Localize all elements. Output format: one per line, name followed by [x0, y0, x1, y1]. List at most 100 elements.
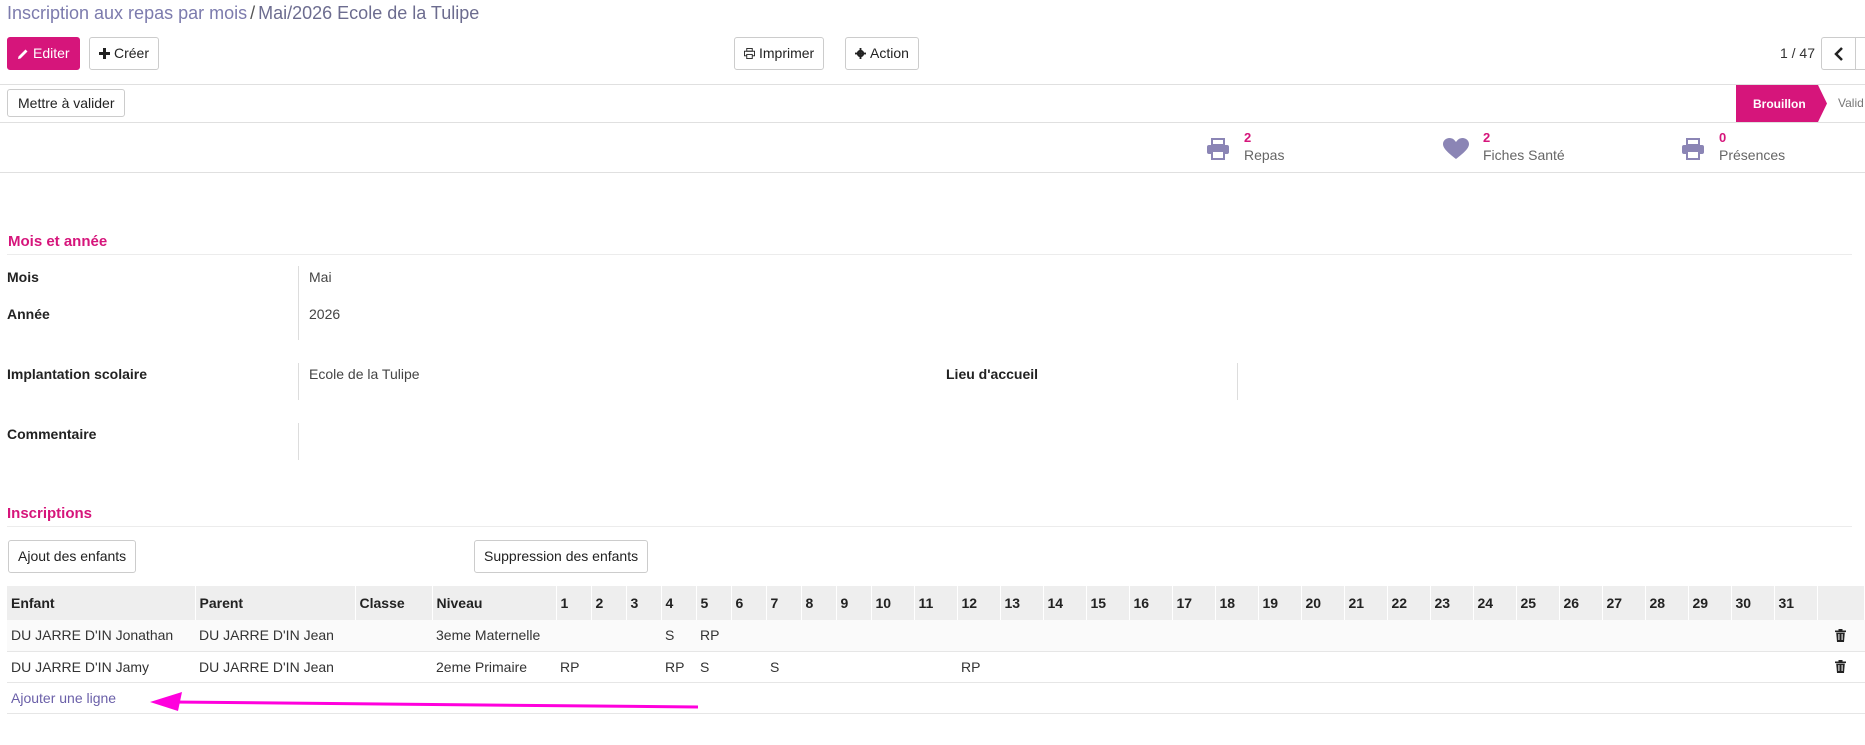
cell-day-2[interactable]	[591, 620, 626, 652]
column-header-day-9[interactable]: 9	[836, 586, 872, 620]
column-header-parent[interactable]: Parent	[195, 586, 356, 620]
cell-day-22[interactable]	[1387, 651, 1430, 683]
cell-day-12[interactable]: RP	[957, 651, 1000, 683]
cell-day-15[interactable]	[1086, 651, 1129, 683]
cell-day-3[interactable]	[626, 620, 661, 652]
column-header-day-3[interactable]: 3	[626, 586, 662, 620]
column-header-day-25[interactable]: 25	[1516, 586, 1560, 620]
column-header-day-6[interactable]: 6	[731, 586, 767, 620]
cell-day-5[interactable]: S	[696, 651, 731, 683]
cell-day-21[interactable]	[1344, 651, 1387, 683]
pager-counter[interactable]: 1 / 47	[1780, 45, 1815, 61]
column-header-day-24[interactable]: 24	[1473, 586, 1517, 620]
cell-day-11[interactable]	[914, 651, 957, 683]
column-header-day-14[interactable]: 14	[1043, 586, 1087, 620]
stat-button-fiches-sante[interactable]: 2 Fiches Santé	[1443, 130, 1565, 164]
cell-day-28[interactable]	[1645, 651, 1688, 683]
cell-day-18[interactable]	[1215, 651, 1258, 683]
column-header-day-26[interactable]: 26	[1559, 586, 1603, 620]
column-header-day-27[interactable]: 27	[1602, 586, 1646, 620]
cell-day-25[interactable]	[1516, 651, 1559, 683]
cell-day-23[interactable]	[1430, 651, 1473, 683]
column-header-day-17[interactable]: 17	[1172, 586, 1216, 620]
column-header-day-23[interactable]: 23	[1430, 586, 1474, 620]
cell-day-2[interactable]	[591, 651, 626, 683]
cell-day-26[interactable]	[1559, 651, 1602, 683]
cell-day-31[interactable]	[1774, 651, 1817, 683]
cell-day-24[interactable]	[1473, 620, 1516, 652]
column-header-day-12[interactable]: 12	[957, 586, 1001, 620]
column-header-day-13[interactable]: 13	[1000, 586, 1044, 620]
column-header-day-15[interactable]: 15	[1086, 586, 1130, 620]
cell-niveau[interactable]: 2eme Primaire	[432, 651, 556, 683]
add-children-button[interactable]: Ajout des enfants	[8, 540, 137, 573]
edit-button[interactable]: Editer	[7, 37, 80, 70]
column-header-enfant[interactable]: Enfant	[7, 586, 196, 620]
cell-day-8[interactable]	[801, 651, 836, 683]
column-header-day-28[interactable]: 28	[1645, 586, 1689, 620]
remove-children-button[interactable]: Suppression des enfants	[474, 540, 649, 573]
cell-day-10[interactable]	[871, 620, 914, 652]
column-header-day-20[interactable]: 20	[1301, 586, 1345, 620]
cell-day-5[interactable]: RP	[696, 620, 731, 652]
cell-day-19[interactable]	[1258, 651, 1301, 683]
cell-day-18[interactable]	[1215, 620, 1258, 652]
column-header-day-30[interactable]: 30	[1731, 586, 1775, 620]
table-row[interactable]: DU JARRE D'IN Jonathan DU JARRE D'IN Jean…	[7, 620, 1865, 652]
column-header-day-2[interactable]: 2	[591, 586, 627, 620]
cell-day-1[interactable]: RP	[556, 651, 591, 683]
column-header-day-10[interactable]: 10	[871, 586, 915, 620]
cell-day-27[interactable]	[1602, 651, 1645, 683]
create-button[interactable]: Créer	[89, 37, 160, 70]
cell-day-21[interactable]	[1344, 620, 1387, 652]
cell-day-31[interactable]	[1774, 620, 1817, 652]
cell-day-20[interactable]	[1301, 620, 1344, 652]
cell-day-11[interactable]	[914, 620, 957, 652]
cell-day-3[interactable]	[626, 651, 661, 683]
cell-day-24[interactable]	[1473, 651, 1516, 683]
cell-niveau[interactable]: 3eme Maternelle	[432, 620, 556, 652]
column-header-day-5[interactable]: 5	[696, 586, 732, 620]
cell-day-19[interactable]	[1258, 620, 1301, 652]
cell-day-29[interactable]	[1688, 620, 1731, 652]
cell-day-14[interactable]	[1043, 620, 1086, 652]
cell-parent[interactable]: DU JARRE D'IN Jean	[195, 620, 355, 652]
action-button[interactable]: Action	[845, 37, 919, 70]
cell-day-9[interactable]	[836, 651, 871, 683]
cell-day-23[interactable]	[1430, 620, 1473, 652]
cell-day-25[interactable]	[1516, 620, 1559, 652]
cell-day-16[interactable]	[1129, 620, 1172, 652]
cell-day-9[interactable]	[836, 620, 871, 652]
column-header-classe[interactable]: Classe	[355, 586, 433, 620]
cell-day-12[interactable]	[957, 620, 1000, 652]
column-header-day-29[interactable]: 29	[1688, 586, 1732, 620]
cell-day-7[interactable]	[766, 620, 801, 652]
pager-previous-button[interactable]	[1821, 37, 1855, 70]
cell-day-14[interactable]	[1043, 651, 1086, 683]
implantation-value[interactable]: Ecole de la Tulipe	[309, 366, 420, 382]
cell-day-28[interactable]	[1645, 620, 1688, 652]
column-header-niveau[interactable]: Niveau	[432, 586, 557, 620]
cell-enfant[interactable]: DU JARRE D'IN Jonathan	[7, 620, 195, 652]
status-stage-next[interactable]: Valid	[1838, 96, 1864, 110]
cell-day-7[interactable]: S	[766, 651, 801, 683]
column-header-day-4[interactable]: 4	[661, 586, 697, 620]
cell-day-1[interactable]	[556, 620, 591, 652]
cell-enfant[interactable]: DU JARRE D'IN Jamy	[7, 651, 195, 683]
cell-classe[interactable]	[355, 651, 432, 683]
cell-day-17[interactable]	[1172, 620, 1215, 652]
column-header-day-8[interactable]: 8	[801, 586, 837, 620]
column-header-day-31[interactable]: 31	[1774, 586, 1818, 620]
cell-day-13[interactable]	[1000, 620, 1043, 652]
breadcrumb-parent[interactable]: Inscription aux repas par mois	[7, 3, 247, 23]
cell-day-6[interactable]	[731, 620, 766, 652]
cell-day-6[interactable]	[731, 651, 766, 683]
cell-day-26[interactable]	[1559, 620, 1602, 652]
table-row[interactable]: DU JARRE D'IN Jamy DU JARRE D'IN Jean 2eme…	[7, 651, 1865, 683]
column-header-day-16[interactable]: 16	[1129, 586, 1173, 620]
cell-classe[interactable]	[355, 620, 432, 652]
column-header-day-1[interactable]: 1	[556, 586, 592, 620]
cell-day-10[interactable]	[871, 651, 914, 683]
column-header-day-22[interactable]: 22	[1387, 586, 1431, 620]
cell-day-4[interactable]: RP	[661, 651, 696, 683]
